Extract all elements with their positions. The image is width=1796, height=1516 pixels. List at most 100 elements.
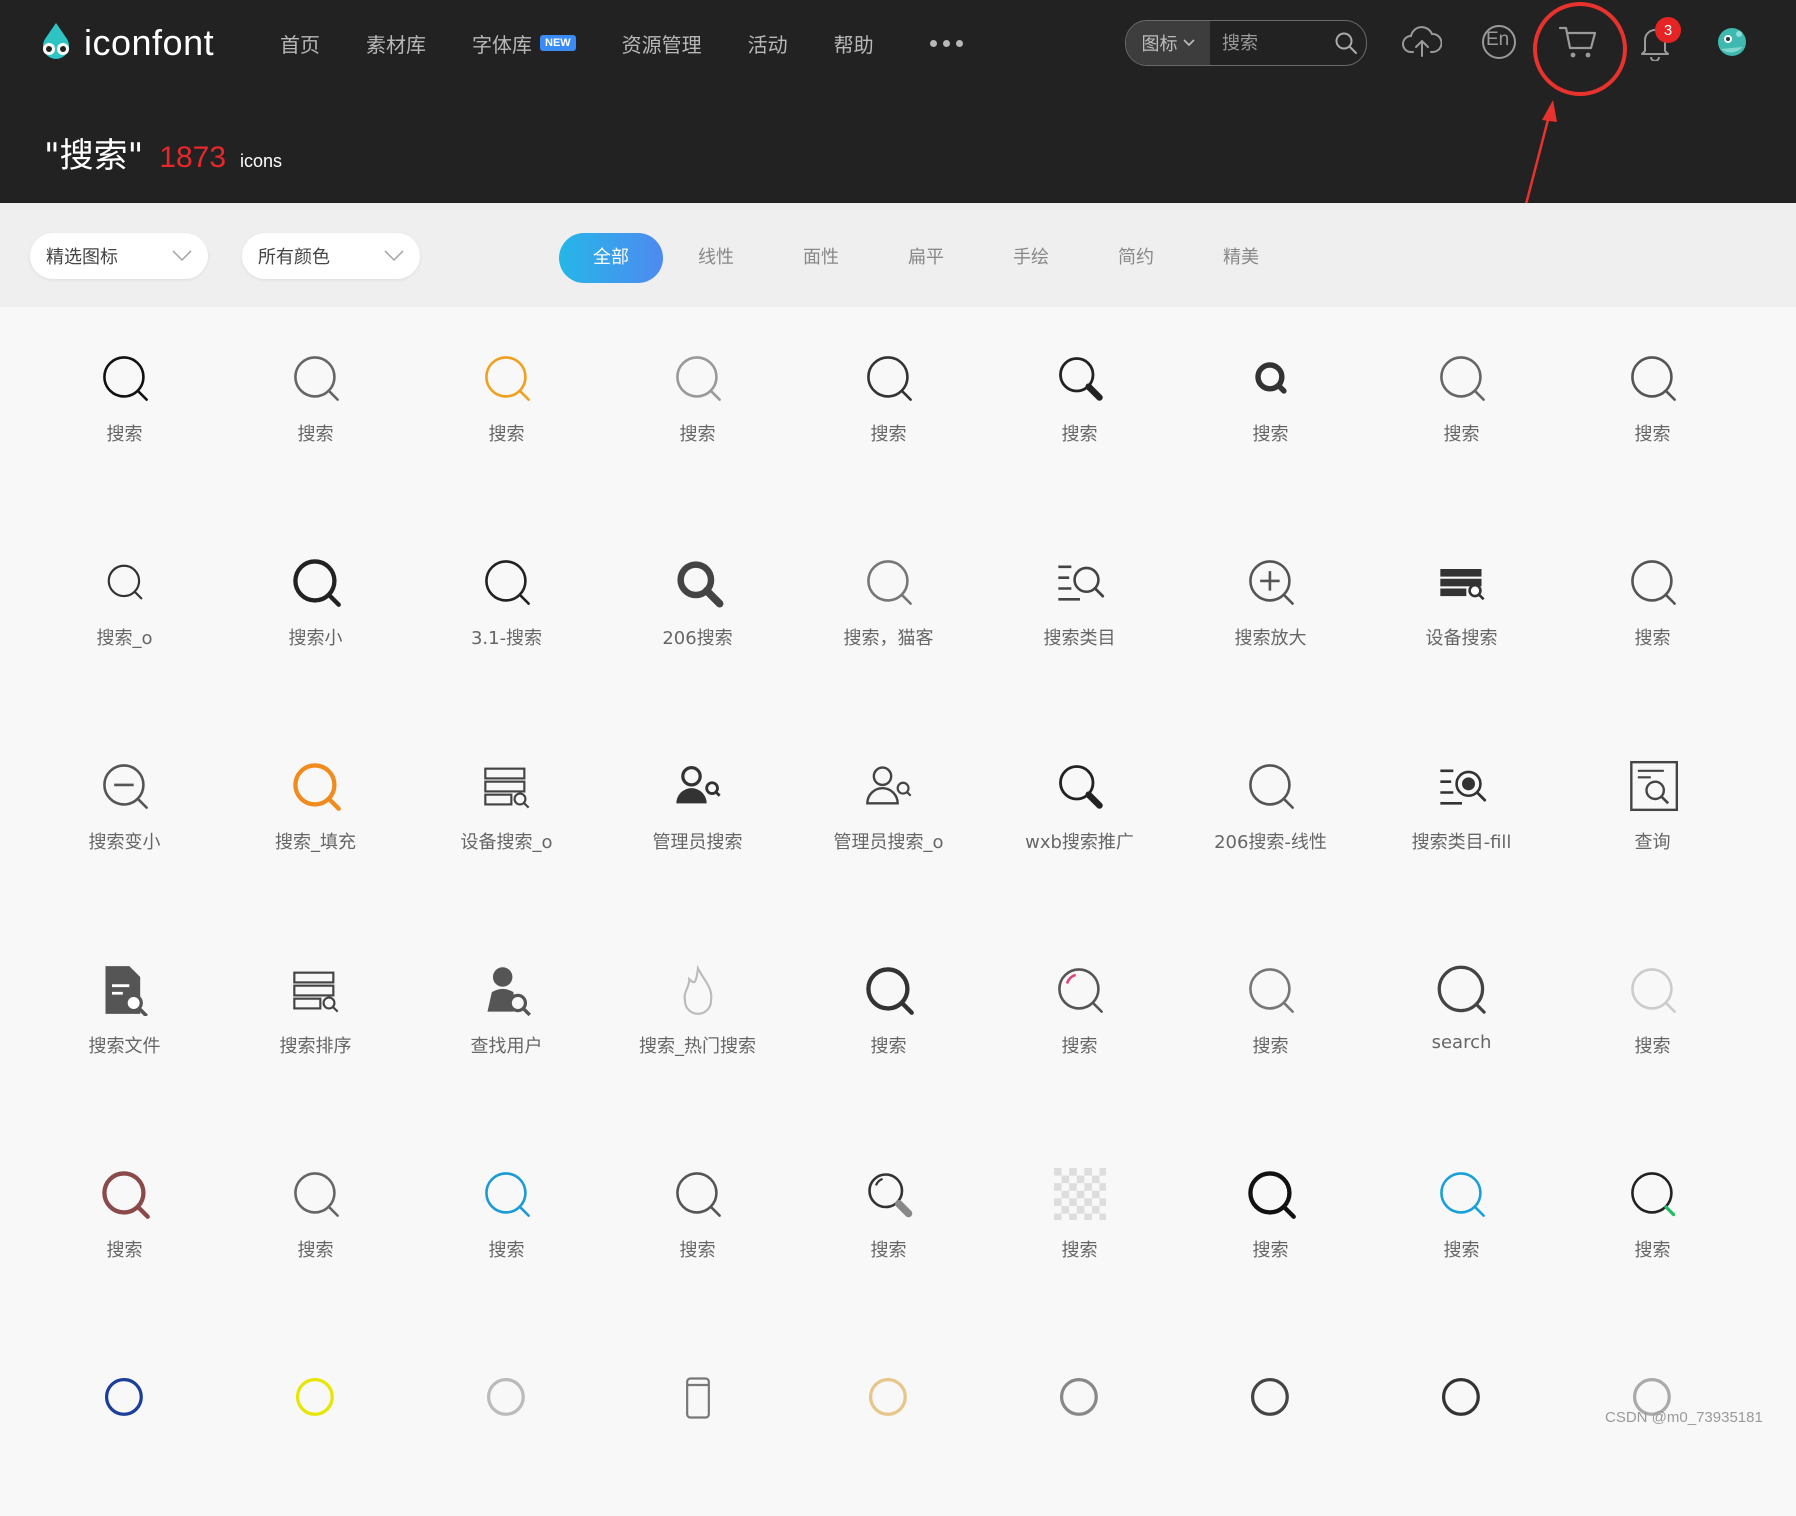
tab-all[interactable]: 全部 bbox=[559, 233, 663, 283]
search-type-select[interactable]: 图标 bbox=[1126, 21, 1210, 65]
icon-card[interactable]: 查询 bbox=[1557, 700, 1748, 904]
search-button[interactable] bbox=[1326, 23, 1366, 63]
icon-card[interactable]: 搜索 bbox=[1175, 292, 1366, 496]
main-nav: 首页 素材库 字体库 NEW 资源管理 活动 帮助 bbox=[280, 22, 963, 64]
mag-icon bbox=[1627, 352, 1679, 404]
tab-exquisite[interactable]: 精美 bbox=[1205, 233, 1277, 283]
icon-card[interactable]: 搜索_热门搜索 bbox=[602, 904, 793, 1108]
icon-card[interactable]: 搜索放大 bbox=[1175, 496, 1366, 700]
icon-label: 查找用户 bbox=[470, 1036, 543, 1057]
nav-item-materials[interactable]: 素材库 bbox=[366, 29, 426, 58]
mag-icon bbox=[863, 352, 915, 404]
partial-mag-icon bbox=[1436, 1372, 1488, 1424]
icon-card[interactable]: 搜索类目-fill bbox=[1366, 700, 1557, 904]
nav-item-help[interactable]: 帮助 bbox=[834, 29, 874, 58]
icon-card[interactable]: 搜索 bbox=[602, 1108, 793, 1312]
mag-bold-icon bbox=[1245, 1168, 1297, 1220]
icon-card[interactable]: 搜索 bbox=[411, 1108, 602, 1312]
icon-card[interactable]: wxb搜索推广 bbox=[984, 700, 1175, 904]
color-dropdown[interactable]: 所有颜色 bbox=[242, 233, 420, 279]
more-dots-icon[interactable] bbox=[929, 39, 963, 47]
icon-card[interactable]: 搜索 bbox=[602, 292, 793, 496]
nav-item-resources[interactable]: 资源管理 bbox=[622, 29, 702, 58]
icon-card[interactable]: 搜索 bbox=[1175, 904, 1366, 1108]
icon-card[interactable]: 搜索_o bbox=[29, 496, 220, 700]
icon-label: wxb搜索推广 bbox=[1025, 832, 1134, 853]
category-dropdown[interactable]: 精选图标 bbox=[30, 233, 208, 279]
icon-card[interactable]: 搜索 bbox=[1557, 904, 1748, 1108]
nav-item-activities[interactable]: 活动 bbox=[748, 29, 788, 58]
partial-phone-icon bbox=[672, 1372, 724, 1424]
mag-small-icon bbox=[99, 556, 151, 608]
tab-flat[interactable]: 扁平 bbox=[890, 233, 962, 283]
icon-card[interactable] bbox=[411, 1312, 602, 1516]
icon-card[interactable]: 查找用户 bbox=[411, 904, 602, 1108]
list-search-icon bbox=[1054, 556, 1106, 608]
icon-card[interactable]: search bbox=[1366, 904, 1557, 1108]
icon-card[interactable]: 搜索 bbox=[29, 292, 220, 496]
icon-card[interactable]: 搜索 bbox=[220, 1108, 411, 1312]
icon-card[interactable] bbox=[1175, 1312, 1366, 1516]
icon-card[interactable]: 搜索 bbox=[1557, 292, 1748, 496]
icon-card[interactable]: 搜索 bbox=[1557, 1108, 1748, 1312]
icon-card[interactable]: 搜索变小 bbox=[29, 700, 220, 904]
icon-label: 搜索 bbox=[1634, 1036, 1671, 1057]
icon-card[interactable]: 搜索 bbox=[984, 904, 1175, 1108]
icon-label: search bbox=[1431, 1032, 1492, 1053]
icon-label: 搜索 bbox=[1634, 1240, 1671, 1261]
icon-card[interactable] bbox=[793, 1312, 984, 1516]
icon-card[interactable]: 搜索 bbox=[220, 292, 411, 496]
icon-card[interactable]: 搜索 bbox=[1366, 292, 1557, 496]
search-input[interactable] bbox=[1210, 22, 1326, 64]
icon-card[interactable]: 搜索，猫客 bbox=[793, 496, 984, 700]
upload-cloud-icon[interactable] bbox=[1400, 20, 1444, 64]
icon-card[interactable]: 搜索小 bbox=[220, 496, 411, 700]
icon-card[interactable] bbox=[984, 1312, 1175, 1516]
tab-filled[interactable]: 面性 bbox=[785, 233, 857, 283]
icon-label: 搜索 bbox=[488, 1240, 525, 1261]
icon-card[interactable]: 搜索 bbox=[1366, 1108, 1557, 1312]
cart-icon[interactable] bbox=[1556, 20, 1600, 64]
tab-simple[interactable]: 简约 bbox=[1100, 233, 1172, 283]
dropdown-label: 所有颜色 bbox=[258, 247, 330, 268]
icon-card[interactable]: 搜索类目 bbox=[984, 496, 1175, 700]
icon-card[interactable]: 设备搜索 bbox=[1366, 496, 1557, 700]
icon-card[interactable]: 3.1-搜索 bbox=[411, 496, 602, 700]
icon-card[interactable]: 搜索 bbox=[1175, 1108, 1366, 1312]
tab-handdrawn[interactable]: 手绘 bbox=[995, 233, 1067, 283]
icon-card[interactable]: 搜索排序 bbox=[220, 904, 411, 1108]
icon-card[interactable] bbox=[29, 1312, 220, 1516]
nav-item-home[interactable]: 首页 bbox=[280, 29, 320, 58]
icon-card[interactable]: 搜索 bbox=[984, 1108, 1175, 1312]
language-button[interactable]: En bbox=[1477, 20, 1521, 64]
logo[interactable]: iconfont bbox=[34, 18, 214, 68]
icon-card[interactable]: 206搜索 bbox=[602, 496, 793, 700]
icon-card[interactable]: 管理员搜索 bbox=[602, 700, 793, 904]
icon-card[interactable]: 搜索 bbox=[793, 904, 984, 1108]
avatar[interactable] bbox=[1710, 20, 1754, 64]
icon-card[interactable] bbox=[1366, 1312, 1557, 1516]
icon-card[interactable]: 206搜索-线性 bbox=[1175, 700, 1366, 904]
result-unit: icons bbox=[240, 151, 283, 171]
icon-card[interactable] bbox=[220, 1312, 411, 1516]
mag-icon bbox=[290, 352, 342, 404]
icon-card[interactable]: 搜索 bbox=[984, 292, 1175, 496]
icon-label: 搜索文件 bbox=[88, 1036, 161, 1057]
icon-label: 搜索类目-fill bbox=[1411, 832, 1512, 853]
icon-card[interactable]: 搜索 bbox=[793, 1108, 984, 1312]
nav-item-fonts[interactable]: 字体库 NEW bbox=[472, 29, 576, 58]
icon-card[interactable]: 搜索 bbox=[29, 1108, 220, 1312]
icon-card[interactable]: 设备搜索_o bbox=[411, 700, 602, 904]
icon-card[interactable]: 搜索 bbox=[1557, 496, 1748, 700]
icon-label: 搜索_填充 bbox=[275, 832, 356, 853]
icon-label: 搜索 bbox=[1061, 1240, 1098, 1261]
logo-text: iconfont bbox=[84, 22, 215, 63]
icon-card[interactable]: 搜索 bbox=[793, 292, 984, 496]
tab-linear[interactable]: 线性 bbox=[680, 233, 752, 283]
icon-card[interactable]: 搜索_填充 bbox=[220, 700, 411, 904]
icon-card[interactable]: 搜索 bbox=[411, 292, 602, 496]
icon-card[interactable]: 搜索文件 bbox=[29, 904, 220, 1108]
icon-card[interactable]: 管理员搜索_o bbox=[793, 700, 984, 904]
icon-card[interactable] bbox=[602, 1312, 793, 1516]
mag-grey-handle-icon bbox=[863, 1168, 915, 1220]
